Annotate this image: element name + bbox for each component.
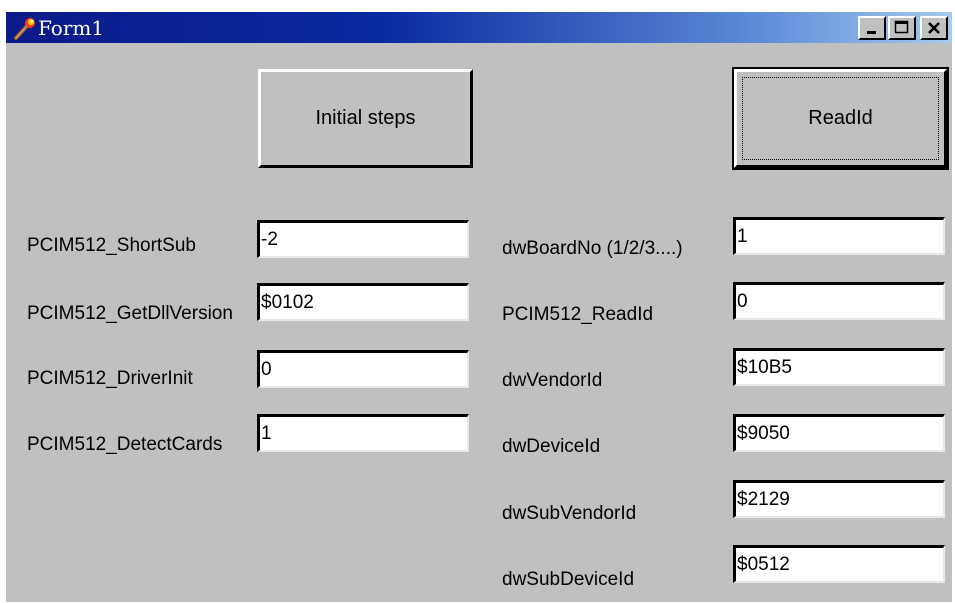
minimize-button[interactable]: [858, 16, 886, 40]
read-id-button[interactable]: ReadId: [732, 67, 949, 170]
readid-label: PCIM512_ReadId: [502, 304, 654, 325]
subvendorid-label: dwSubVendorId: [502, 503, 637, 524]
window-title: Form1: [38, 16, 105, 40]
deviceid-field[interactable]: [733, 414, 945, 452]
form-window: Form1 Initial steps ReadId PCIM512_Short…: [6, 12, 952, 602]
deviceid-label: dwDeviceId: [502, 436, 601, 457]
initial-steps-button[interactable]: Initial steps: [258, 69, 473, 168]
shortsub-label: PCIM512_ShortSub: [27, 235, 196, 256]
title-bar[interactable]: Form1: [6, 12, 952, 43]
maximize-button[interactable]: [888, 16, 916, 40]
driverinit-label: PCIM512_DriverInit: [27, 368, 193, 389]
shortsub-field[interactable]: [257, 220, 469, 258]
vendorid-field[interactable]: [733, 348, 945, 386]
minimize-icon: [867, 31, 876, 34]
vendorid-label: dwVendorId: [502, 370, 603, 391]
subdeviceid-label: dwSubDeviceId: [502, 569, 635, 590]
detectcards-label: PCIM512_DetectCards: [27, 434, 223, 455]
getdllversion-label: PCIM512_GetDllVersion: [27, 303, 233, 324]
boardno-field[interactable]: [733, 217, 945, 255]
subdeviceid-field[interactable]: [733, 545, 945, 583]
initial-steps-label: Initial steps: [315, 107, 416, 129]
detectcards-field[interactable]: [257, 414, 469, 452]
maximize-icon: [894, 20, 909, 34]
driverinit-field[interactable]: [257, 350, 469, 388]
focus-rectangle: [742, 77, 939, 160]
readid-field[interactable]: [733, 282, 945, 320]
boardno-label: dwBoardNo (1/2/3....): [502, 238, 683, 259]
getdllversion-field[interactable]: [257, 283, 469, 321]
close-button[interactable]: [920, 16, 948, 40]
close-icon: [928, 22, 940, 34]
subvendorid-field[interactable]: [733, 480, 945, 518]
torch-icon[interactable]: [12, 15, 38, 41]
